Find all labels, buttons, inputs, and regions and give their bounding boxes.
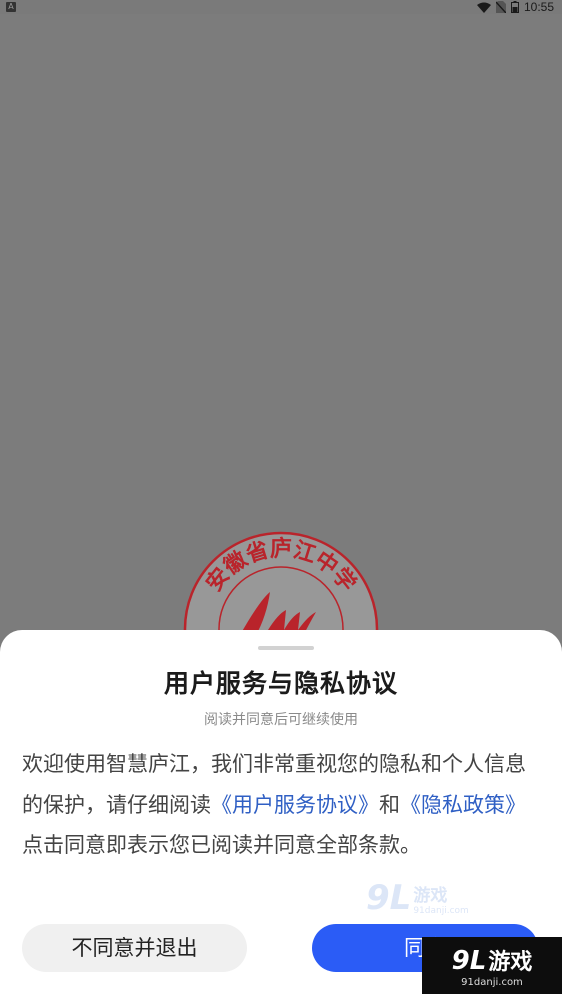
watermark-url: 91danji.com xyxy=(413,905,469,916)
decline-exit-button[interactable]: 不同意并退出 xyxy=(22,924,247,972)
battery-icon xyxy=(510,1,519,13)
status-bar: A 10:55 xyxy=(0,0,562,14)
privacy-policy-link[interactable]: 《隐私政策》 xyxy=(400,793,526,817)
watermark-logo: 9L 游戏 91danji.com xyxy=(366,878,469,918)
corner-watermark-name: 游戏 xyxy=(488,949,533,975)
no-sim-icon xyxy=(495,1,506,13)
corner-watermark-mark: 9L xyxy=(451,945,487,976)
watermark-mark: 9L xyxy=(366,878,412,918)
user-agreement-link[interactable]: 《用户服务协议》 xyxy=(211,793,379,817)
corner-watermark-url: 91danji.com xyxy=(461,976,523,988)
grab-handle[interactable] xyxy=(258,646,314,650)
dialog-subtitle: 阅读并同意后可继续使用 xyxy=(204,712,358,728)
dialog-title: 用户服务与隐私协议 xyxy=(163,669,398,698)
body-text-outro: 点击同意即表示您已阅读并同意全部条款。 xyxy=(22,833,421,857)
clock-time: 10:55 xyxy=(523,0,554,14)
body-text-and: 和 xyxy=(379,792,400,817)
wifi-icon xyxy=(476,2,491,13)
corner-watermark: 9L 游戏 91danji.com xyxy=(422,937,562,994)
notification-icon: A xyxy=(6,2,16,12)
dialog-body: 欢迎使用智慧庐江，我们非常重视您的隐私和个人信息的保护，请仔细阅读《用户服务协议… xyxy=(22,744,542,866)
watermark-name: 游戏 xyxy=(413,885,448,906)
